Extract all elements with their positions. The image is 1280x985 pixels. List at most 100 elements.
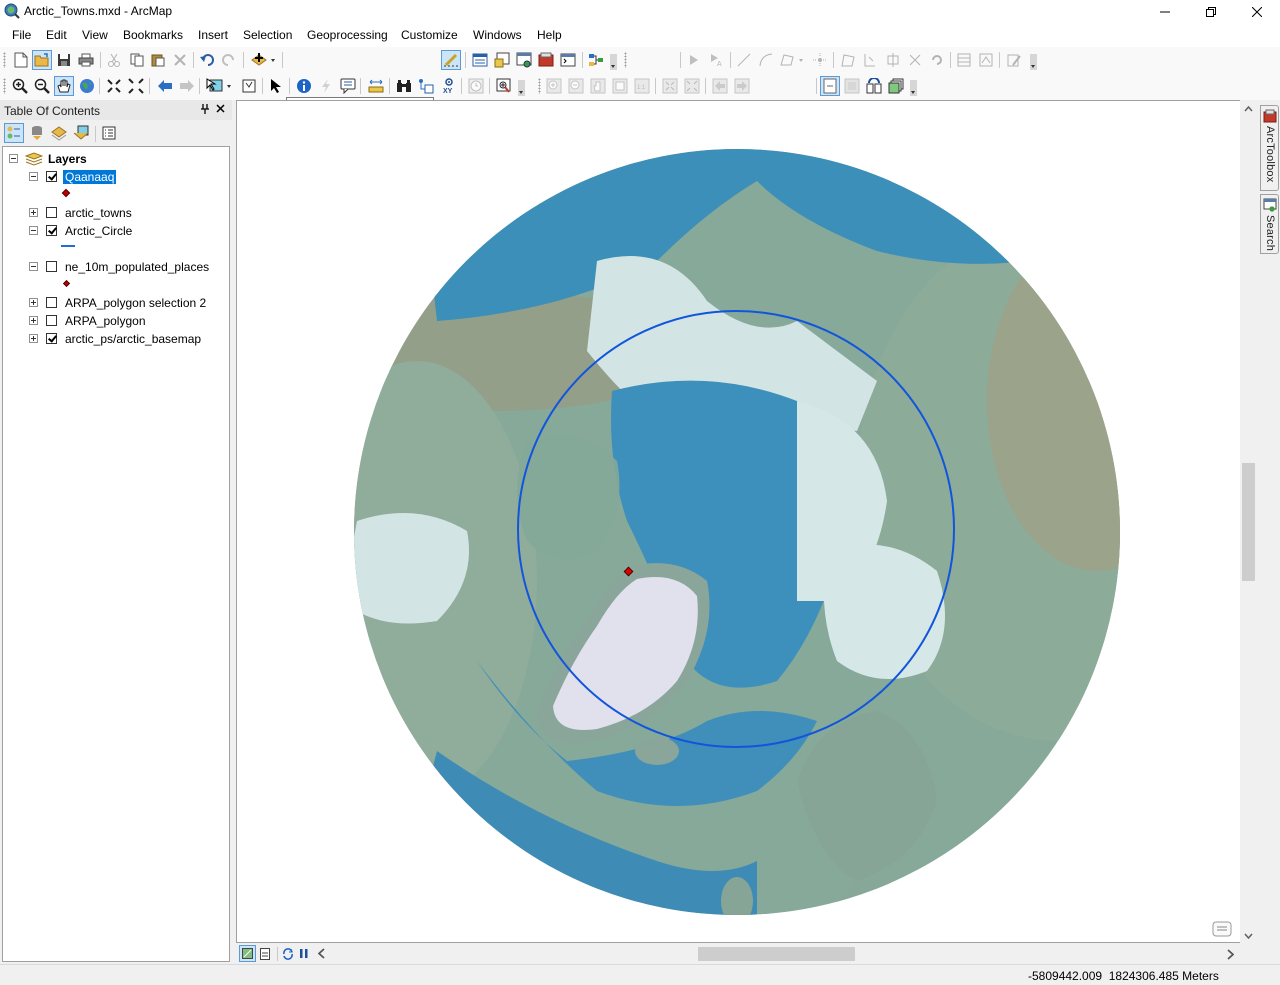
- snapping-button[interactable]: [810, 50, 830, 70]
- hyperlink-button[interactable]: [316, 76, 336, 96]
- vertical-scroll-thumb[interactable]: [1242, 463, 1255, 581]
- menu-insert[interactable]: Insert: [198, 28, 228, 42]
- arctic-basemap[interactable]: [237, 101, 1241, 943]
- close-button[interactable]: [1234, 0, 1280, 23]
- toolbar-grip[interactable]: [3, 52, 6, 68]
- find-route-button[interactable]: [416, 76, 436, 96]
- menu-view[interactable]: View: [82, 28, 108, 42]
- layer-visibility-checkbox[interactable]: [46, 333, 57, 344]
- editor-overflow-button[interactable]: [1030, 54, 1037, 70]
- paste-button[interactable]: [148, 50, 168, 70]
- identify-button[interactable]: [294, 76, 314, 96]
- layer-row-arctic-circle[interactable]: Arctic_Circle: [29, 222, 219, 240]
- arctoolbox-tab[interactable]: ArcToolbox: [1260, 105, 1279, 191]
- layer-visibility-checkbox[interactable]: [46, 261, 57, 272]
- close-panel-icon[interactable]: [216, 104, 225, 113]
- collapse-toggle[interactable]: [29, 172, 38, 181]
- table-of-contents-toggle[interactable]: [470, 50, 490, 70]
- layout-pan-button[interactable]: [588, 76, 608, 96]
- layout-fixed-zoom-out-button[interactable]: [682, 76, 702, 96]
- new-document-button[interactable]: [11, 50, 31, 70]
- split-tool-button[interactable]: [905, 50, 925, 70]
- edit-annotation-button[interactable]: A: [706, 50, 726, 70]
- print-button[interactable]: [76, 50, 96, 70]
- focus-data-frame-button[interactable]: [842, 76, 862, 96]
- catalog-window-button[interactable]: [492, 50, 512, 70]
- pan-button[interactable]: [54, 76, 74, 96]
- toolbar-overflow-button[interactable]: [610, 54, 617, 70]
- layer-name[interactable]: Qaanaaq: [63, 170, 117, 184]
- refresh-icon[interactable]: [282, 948, 294, 960]
- select-elements-button[interactable]: [266, 76, 286, 96]
- save-button[interactable]: [54, 50, 74, 70]
- layer-name[interactable]: ne_10m_populated_places: [63, 260, 211, 274]
- redo-button[interactable]: [219, 50, 239, 70]
- zoom-whole-page-button[interactable]: [610, 76, 630, 96]
- restore-button[interactable]: [1188, 0, 1234, 23]
- html-popup-button[interactable]: [338, 76, 358, 96]
- search-window-button[interactable]: [514, 50, 534, 70]
- delete-button[interactable]: [170, 50, 190, 70]
- zoom-out-button[interactable]: [32, 76, 52, 96]
- edit-vertices-button[interactable]: [838, 50, 858, 70]
- fixed-zoom-out-button[interactable]: [126, 76, 146, 96]
- list-by-drawing-order-button[interactable]: [4, 123, 24, 143]
- menu-windows[interactable]: Windows: [473, 28, 522, 42]
- layer-row-arpa-polygon-selection-2[interactable]: ARPA_polygon selection 2: [29, 294, 229, 312]
- expand-toggle[interactable]: [29, 298, 38, 307]
- layout-forward-button[interactable]: [732, 76, 752, 96]
- scroll-left-icon[interactable]: [318, 948, 325, 959]
- python-window-button[interactable]: [558, 50, 578, 70]
- layer-name[interactable]: arctic_ps/arctic_basemap: [63, 332, 203, 346]
- go-to-xy-button[interactable]: XY: [439, 76, 459, 96]
- layout-zoom-out-button[interactable]: [566, 76, 586, 96]
- straight-segment-button[interactable]: [734, 50, 754, 70]
- fixed-zoom-in-button[interactable]: [104, 76, 124, 96]
- edit-tool-button[interactable]: [684, 50, 704, 70]
- tools-overflow-button[interactable]: [518, 80, 525, 96]
- expand-toggle[interactable]: [29, 334, 38, 343]
- layout-view-button[interactable]: [256, 945, 273, 962]
- copy-button[interactable]: [127, 50, 147, 70]
- data-view-button[interactable]: [239, 945, 256, 962]
- map-vertical-scrollbar[interactable]: [1240, 100, 1257, 943]
- layer-row-arctic-basemap[interactable]: arctic_ps/arctic_basemap: [29, 330, 229, 348]
- create-viewer-window-button[interactable]: [494, 76, 514, 96]
- find-button[interactable]: [394, 76, 414, 96]
- editor-toolbar-toggle[interactable]: [441, 50, 461, 70]
- layer-visibility-checkbox[interactable]: [46, 225, 57, 236]
- collapse-toggle[interactable]: [29, 262, 38, 271]
- layer-name[interactable]: ARPA_polygon selection 2: [63, 296, 208, 310]
- list-by-source-button[interactable]: [27, 123, 47, 143]
- menu-help[interactable]: Help: [537, 28, 562, 42]
- list-by-selection-button[interactable]: [71, 123, 91, 143]
- collapse-toggle[interactable]: [9, 154, 18, 163]
- collapse-toggle[interactable]: [29, 226, 38, 235]
- add-data-button[interactable]: [249, 50, 279, 70]
- layer-name[interactable]: Arctic_Circle: [63, 224, 134, 238]
- layer-name[interactable]: ARPA_polygon: [63, 314, 148, 328]
- layer-visibility-checkbox[interactable]: [46, 315, 57, 326]
- scroll-right-icon[interactable]: [1227, 949, 1234, 960]
- layer-name[interactable]: arctic_towns: [63, 206, 134, 220]
- pause-drawing-icon[interactable]: [300, 949, 308, 958]
- menu-customize[interactable]: Customize: [401, 28, 458, 42]
- full-extent-button[interactable]: [77, 76, 97, 96]
- measure-button[interactable]: [366, 76, 386, 96]
- sketch-properties-button[interactable]: [976, 50, 996, 70]
- model-builder-button[interactable]: [586, 50, 606, 70]
- layout-zoom-in-button[interactable]: [544, 76, 564, 96]
- horizontal-scroll-thumb[interactable]: [698, 947, 855, 961]
- reshape-button[interactable]: [860, 50, 880, 70]
- layout-overflow-button[interactable]: [910, 80, 917, 96]
- cut-polygons-button[interactable]: [883, 50, 903, 70]
- map-display[interactable]: [236, 100, 1241, 943]
- toc-options-button[interactable]: [99, 123, 119, 143]
- clear-selection-button[interactable]: [239, 76, 259, 96]
- arc-segment-button[interactable]: [756, 50, 776, 70]
- layer-row-arpa-polygon[interactable]: ARPA_polygon: [29, 312, 219, 330]
- layer-visibility-checkbox[interactable]: [46, 171, 57, 182]
- cut-button[interactable]: [104, 50, 124, 70]
- toggle-draft-mode-button[interactable]: [820, 76, 840, 96]
- scroll-down-icon[interactable]: [1244, 933, 1253, 939]
